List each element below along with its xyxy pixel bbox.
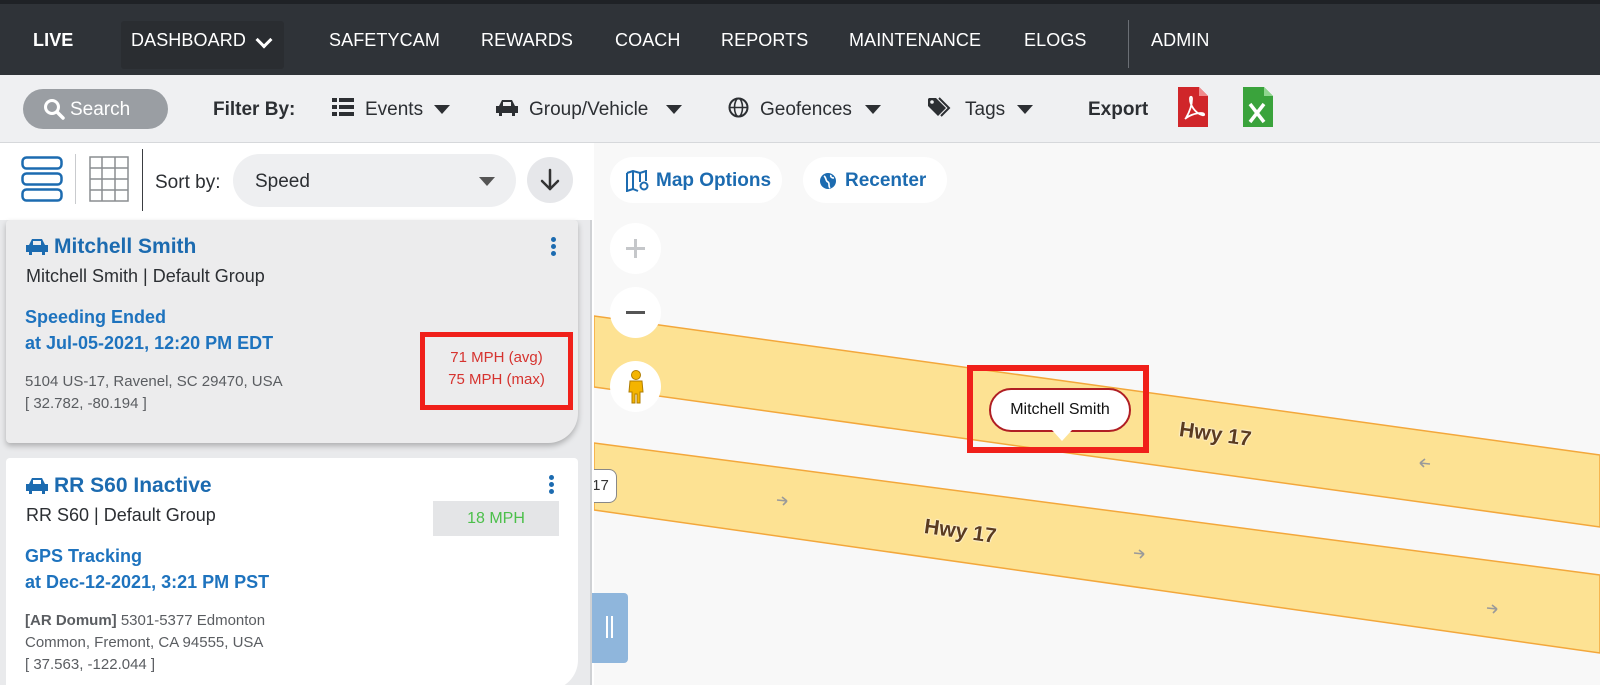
zoom-out-button[interactable] [610,287,661,338]
filter-events[interactable]: Events [365,99,423,121]
toolbar-divider [142,149,143,211]
address-prefix: [AR Domum] [25,612,117,629]
map-options-label: Map Options [656,170,772,191]
caret-down-icon[interactable] [865,105,881,114]
search-button[interactable]: Search [23,89,168,129]
recenter-button[interactable]: Recenter [803,157,947,203]
top-navigation: LIVE DASHBOARD SAFETYCAM REWARDS COACH R… [0,0,1600,75]
toolbar-divider [75,154,76,204]
nav-dashboard[interactable]: DASHBOARD [131,30,246,51]
filter-geofences[interactable]: Geofences [760,99,852,121]
address-line: 5104 US-17, Ravenel, SC 29470, USA [25,373,283,390]
export-label: Export [1088,99,1149,120]
vehicle-address: [AR Domum] 5301-5377 Edmonton Common, Fr… [25,610,265,676]
arrow-down-icon [540,168,560,191]
nav-reports[interactable]: REPORTS [721,30,808,51]
sort-select-value: Speed [255,171,310,192]
filter-tags[interactable]: Tags [965,99,1005,121]
event-time[interactable]: at Jul-05-2021, 12:20 PM EDT [25,333,273,354]
excel-export-icon[interactable] [1243,87,1273,127]
street-view-button[interactable] [610,361,661,412]
filter-by-label: Filter By: [213,99,296,120]
car-icon [26,478,48,494]
list-icon [332,98,354,116]
globe-icon [728,97,749,118]
globe-icon [820,173,836,189]
nav-safetycam[interactable]: SAFETYCAM [329,30,440,51]
vehicle-highlight-box [967,365,1149,453]
vehicle-subtitle: Mitchell Smith | Default Group [26,266,265,286]
vehicle-address: 5104 US-17, Ravenel, SC 29470, USA [ 32.… [25,371,283,415]
pdf-export-icon[interactable] [1178,87,1208,127]
nav-admin[interactable]: ADMIN [1151,30,1210,51]
coordinates: [ 32.782, -80.194 ] [25,395,147,412]
grip-line [611,616,613,638]
plus-icon [626,239,645,258]
tags-icon [928,97,951,117]
nav-maintenance[interactable]: MAINTENANCE [849,30,981,51]
sort-select[interactable]: Speed [233,154,516,207]
card-view-icon[interactable] [21,156,63,202]
speed-badge: 18 MPH [433,501,559,536]
filter-bar: Search Filter By: Events Group/Vehicle G… [0,75,1600,143]
more-options-icon[interactable] [549,475,554,496]
nav-coach[interactable]: COACH [615,30,681,51]
search-label: Search [70,99,131,120]
caret-down-icon [479,177,495,186]
vehicle-card[interactable]: RR S60 Inactive RR S60 | Default Group 1… [6,458,578,685]
caret-down-icon[interactable] [1017,105,1033,114]
map-settings-icon [626,170,649,192]
minus-icon [626,311,645,314]
route-shield: 17 [594,469,617,503]
nav-elogs[interactable]: ELOGS [1024,30,1087,51]
map-options-button[interactable]: Map Options [610,157,782,203]
vehicle-title[interactable]: Mitchell Smith [54,235,196,259]
nav-rewards[interactable]: REWARDS [481,30,573,51]
pegman-icon [628,370,644,404]
event-name[interactable]: Speeding Ended [25,307,166,328]
vehicle-list-panel: Sort by: Speed Mitchell Smith Mitchell S… [0,143,592,685]
zoom-in-button[interactable] [610,223,661,274]
sort-direction-button[interactable] [527,157,573,203]
car-icon [26,239,48,255]
speed-highlight: 71 MPH (avg) 75 MPH (max) [420,332,573,410]
address-line: 5301-5377 Edmonton [116,612,266,629]
nav-live[interactable]: LIVE [33,30,73,51]
coordinates: [ 37.563, -122.044 ] [25,656,156,673]
caret-down-icon[interactable] [666,105,682,114]
event-time[interactable]: at Dec-12-2021, 3:21 PM PST [25,572,269,593]
address-line: Common, Fremont, CA 94555, USA [25,634,264,651]
speed-avg: 71 MPH (avg) [450,349,543,366]
map-view[interactable]: 17 Hwy 17 Hwy 17 Map Options Recenter Mi [594,143,1600,685]
list-toolbar: Sort by: Speed [0,143,592,220]
recenter-label: Recenter [845,170,927,191]
nav-divider [1128,20,1129,68]
event-name[interactable]: GPS Tracking [25,546,142,567]
car-icon [496,100,518,116]
search-icon [44,99,65,120]
panel-collapse-handle[interactable] [592,593,628,663]
sort-by-label: Sort by: [155,172,221,193]
vehicle-subtitle: RR S60 | Default Group [26,505,216,525]
vehicle-title[interactable]: RR S60 Inactive [54,474,212,498]
speed-max: 75 MPH (max) [448,371,545,388]
table-view-icon[interactable] [89,156,129,202]
filter-group-vehicle[interactable]: Group/Vehicle [529,99,648,121]
more-options-icon[interactable] [551,237,556,258]
caret-down-icon[interactable] [434,105,450,114]
grip-line [606,616,608,638]
vehicle-card[interactable]: Mitchell Smith Mitchell Smith | Default … [6,220,578,443]
